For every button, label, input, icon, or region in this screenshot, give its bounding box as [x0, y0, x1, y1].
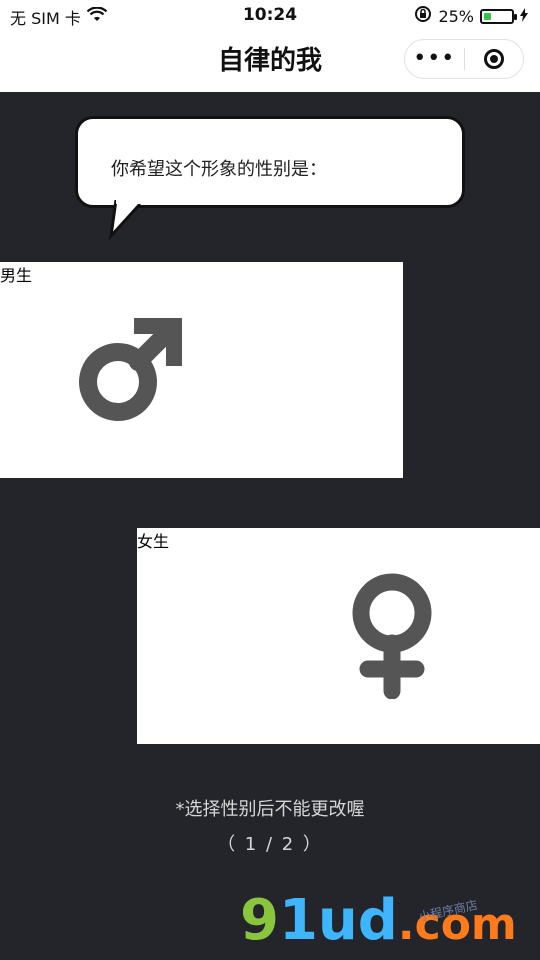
bubble-tail — [108, 200, 142, 240]
lock-rotation-icon — [414, 5, 432, 27]
pagination: （ 1 / 2 ） — [217, 834, 323, 855]
battery-percent: 25% — [438, 6, 474, 26]
close-button[interactable] — [465, 49, 524, 69]
male-option-button[interactable] — [0, 262, 403, 478]
gender-note: *选择性别后不能更改喔 — [175, 799, 365, 820]
close-circle-icon — [483, 49, 504, 69]
battery-icon — [480, 8, 517, 24]
miniprogram-capsule: ••• — [404, 39, 524, 79]
question-text: 你希望这个形象的性别是： — [111, 159, 327, 180]
top-bar: 无 SIM 卡 10:24 25% 自律的我 ••• — [0, 0, 540, 92]
female-label: 女生 — [137, 532, 170, 551]
female-option-button[interactable] — [137, 528, 540, 744]
male-symbol-icon — [79, 318, 182, 421]
charging-icon — [520, 7, 528, 26]
navigation-bar: 自律的我 ••• — [0, 30, 540, 92]
female-symbol-icon — [352, 573, 432, 699]
more-button[interactable]: ••• — [405, 39, 464, 79]
male-label: 男生 — [0, 266, 33, 285]
status-bar: 无 SIM 卡 10:24 25% — [0, 0, 540, 30]
question-bubble: 你希望这个形象的性别是： — [75, 116, 465, 208]
